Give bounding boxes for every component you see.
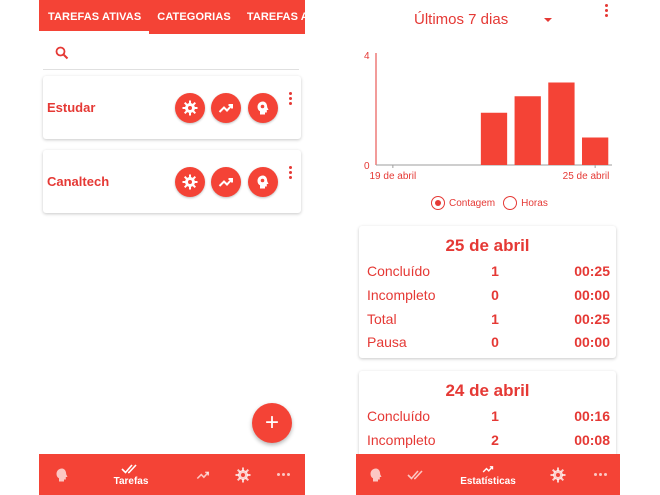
- task-menu-button[interactable]: [289, 166, 293, 180]
- nav-label-tasks: Tarefas: [113, 475, 149, 487]
- stats-time: 00:16: [574, 408, 610, 424]
- stats-time: 00:08: [574, 432, 610, 448]
- stats-time: 00:25: [574, 311, 610, 327]
- nav-statistics[interactable]: Estatísticas: [456, 454, 520, 495]
- more-icon: [276, 473, 290, 476]
- search-input[interactable]: [43, 38, 299, 70]
- nav-tasks[interactable]: Tarefas: [105, 454, 157, 495]
- task-card[interactable]: Canaltech: [43, 150, 301, 213]
- settings-button[interactable]: [175, 167, 205, 197]
- gear-icon: [182, 174, 198, 190]
- nav-label-statistics: Estatísticas: [460, 475, 516, 487]
- statistics-button[interactable]: [211, 93, 241, 123]
- y-tick-label: 4: [364, 51, 370, 62]
- overflow-menu-button[interactable]: [605, 4, 609, 18]
- stats-row: Total 1 00:25: [367, 311, 610, 331]
- bar-chart: 0419 de abril 25 de abril: [364, 51, 612, 182]
- radio-count[interactable]: [431, 196, 445, 210]
- stats-count: 1: [491, 311, 499, 327]
- task-card[interactable]: Estudar: [43, 76, 301, 139]
- stats-row: Concluído 1 00:25: [367, 263, 610, 283]
- stats-label: Incompleto: [367, 287, 436, 303]
- task-name: Canaltech: [47, 174, 110, 189]
- stats-label: Concluído: [367, 263, 431, 279]
- nav-more[interactable]: [273, 454, 293, 495]
- stats-count: 0: [491, 287, 499, 303]
- radio-count-label: Contagem: [449, 197, 496, 209]
- statistics-button[interactable]: [211, 167, 241, 197]
- more-icon: [593, 473, 607, 476]
- tab-active-tasks[interactable]: TAREFAS ATIVAS: [39, 0, 150, 34]
- nav-statistics[interactable]: [191, 454, 215, 495]
- period-selector[interactable]: Últimos 7 dias: [414, 11, 508, 28]
- double-check-icon: [121, 463, 137, 474]
- tab-categories[interactable]: CATEGORIAS: [149, 0, 239, 34]
- stats-label: Pausa: [367, 334, 407, 350]
- chart-bar: [581, 137, 609, 165]
- stats-count: 1: [491, 263, 499, 279]
- radio-hours[interactable]: [503, 196, 518, 210]
- head-gear-icon: [257, 101, 269, 115]
- head-gear-icon: [257, 175, 269, 189]
- task-menu-button[interactable]: [289, 92, 293, 106]
- chart-bar: [480, 112, 508, 165]
- stats-time: 00:00: [574, 287, 610, 303]
- focus-button[interactable]: [248, 167, 278, 197]
- focus-button[interactable]: [248, 93, 278, 123]
- stats-count: 0: [491, 334, 499, 350]
- search-icon: [55, 46, 69, 60]
- stats-label: Concluído: [367, 408, 431, 424]
- nav-settings[interactable]: [546, 454, 570, 495]
- trending-up-icon: [196, 471, 210, 479]
- head-gear-icon: [370, 468, 382, 481]
- bottom-navigation: Estatísticas: [356, 454, 620, 495]
- trending-up-icon: [482, 465, 494, 472]
- x-tick-label: 25 de abril: [563, 171, 610, 182]
- task-name: Estudar: [47, 100, 96, 115]
- tab-bar: TAREFAS ATIVAS CATEGORIAS TAREFAS ARQUIV…: [39, 0, 305, 34]
- add-task-button[interactable]: +: [252, 403, 292, 443]
- stats-time: 00:25: [574, 263, 610, 279]
- nav-settings[interactable]: [231, 454, 255, 495]
- stats-label: Total: [367, 311, 397, 327]
- dropdown-arrow-icon[interactable]: [544, 18, 552, 22]
- chart-bar: [514, 96, 541, 165]
- gear-icon: [550, 467, 566, 482]
- chart-mode-radios: Contagem Horas: [431, 196, 556, 210]
- tasks-screen: TAREFAS ATIVAS CATEGORIAS TAREFAS ARQUIV…: [39, 0, 305, 495]
- stats-row: Pausa 0 00:00: [367, 334, 610, 354]
- nav-focus[interactable]: [364, 454, 388, 495]
- nav-tasks[interactable]: [404, 454, 430, 495]
- stats-count: 2: [491, 432, 499, 448]
- stats-label: Incompleto: [367, 432, 436, 448]
- settings-button[interactable]: [175, 93, 205, 123]
- trending-up-icon: [218, 178, 233, 187]
- stats-time: 00:00: [574, 334, 610, 350]
- head-gear-icon: [56, 468, 68, 481]
- statistics-screen: Últimos 7 dias 0 4 19 de abril 25 de abril …: [356, 0, 620, 495]
- stats-row: Incompleto 0 00:00: [367, 287, 610, 307]
- nav-focus[interactable]: [49, 454, 75, 495]
- stats-row: Incompleto 2 00:08: [367, 432, 610, 452]
- double-check-icon: [407, 469, 423, 480]
- bottom-navigation: Tarefas: [39, 454, 305, 495]
- day-stats-card: 25 de abril Concluído 1 00:25 Incompleto…: [359, 226, 616, 358]
- stats-row: Concluído 1 00:16: [367, 408, 610, 428]
- nav-more[interactable]: [590, 454, 610, 495]
- x-tick-label: 19 de abril: [370, 171, 417, 182]
- stats-date: 24 de abril: [445, 381, 530, 400]
- stats-count: 1: [491, 408, 499, 424]
- chart-bar: [548, 82, 575, 165]
- stats-date: 25 de abril: [445, 236, 530, 255]
- trending-up-icon: [218, 104, 233, 113]
- gear-icon: [235, 467, 251, 482]
- tab-archived-tasks[interactable]: TAREFAS ARQUIVADAS: [239, 0, 305, 34]
- radio-hours-label: Horas: [521, 197, 548, 209]
- gear-icon: [182, 100, 198, 116]
